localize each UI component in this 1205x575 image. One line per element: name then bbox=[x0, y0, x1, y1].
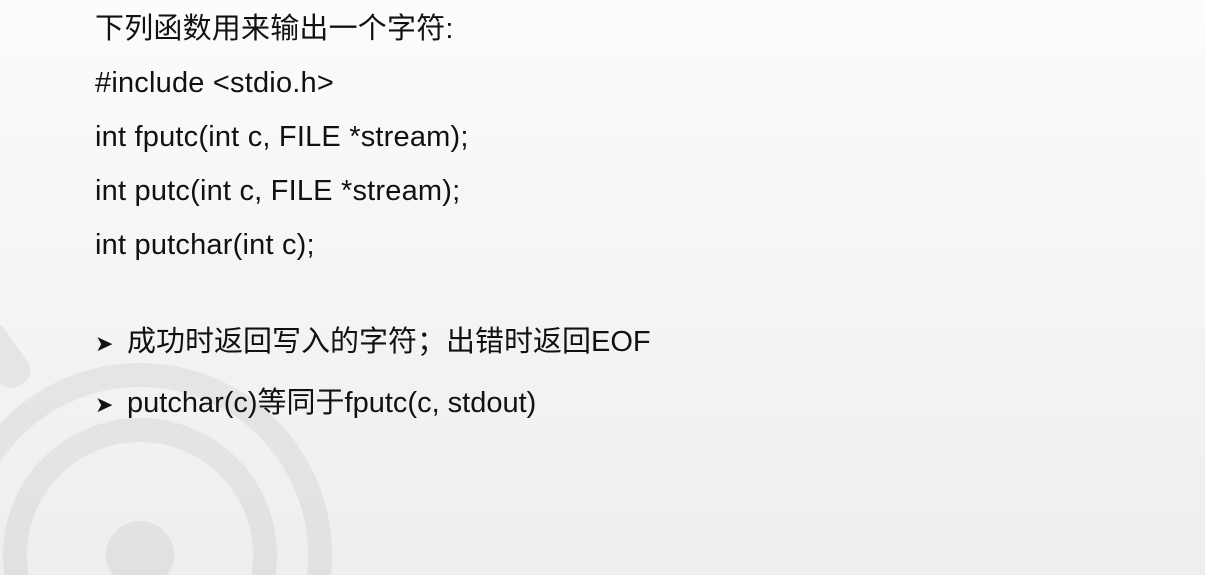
bullet-text-1: 成功时返回写入的字符；出错时返回EOF bbox=[127, 323, 1115, 362]
triangle-bullet-icon: ➤ bbox=[95, 331, 127, 357]
code-line-include: #include <stdio.h> bbox=[95, 69, 1115, 98]
bullet-item-2: ➤ putchar(c)等同于fputc(c, stdout) bbox=[95, 384, 1115, 423]
slide-content: 下列函数用来输出一个字符: #include <stdio.h> int fpu… bbox=[95, 15, 1115, 445]
code-line-fputc: int fputc(int c, FILE *stream); bbox=[95, 123, 1115, 152]
intro-line: 下列函数用来输出一个字符: bbox=[95, 15, 1115, 44]
code-line-putchar: int putchar(int c); bbox=[95, 231, 1115, 260]
bullet-item-1: ➤ 成功时返回写入的字符；出错时返回EOF bbox=[95, 323, 1115, 362]
bullet-text-2: putchar(c)等同于fputc(c, stdout) bbox=[127, 384, 1115, 423]
code-line-putc: int putc(int c, FILE *stream); bbox=[95, 177, 1115, 206]
triangle-bullet-icon: ➤ bbox=[95, 392, 127, 418]
